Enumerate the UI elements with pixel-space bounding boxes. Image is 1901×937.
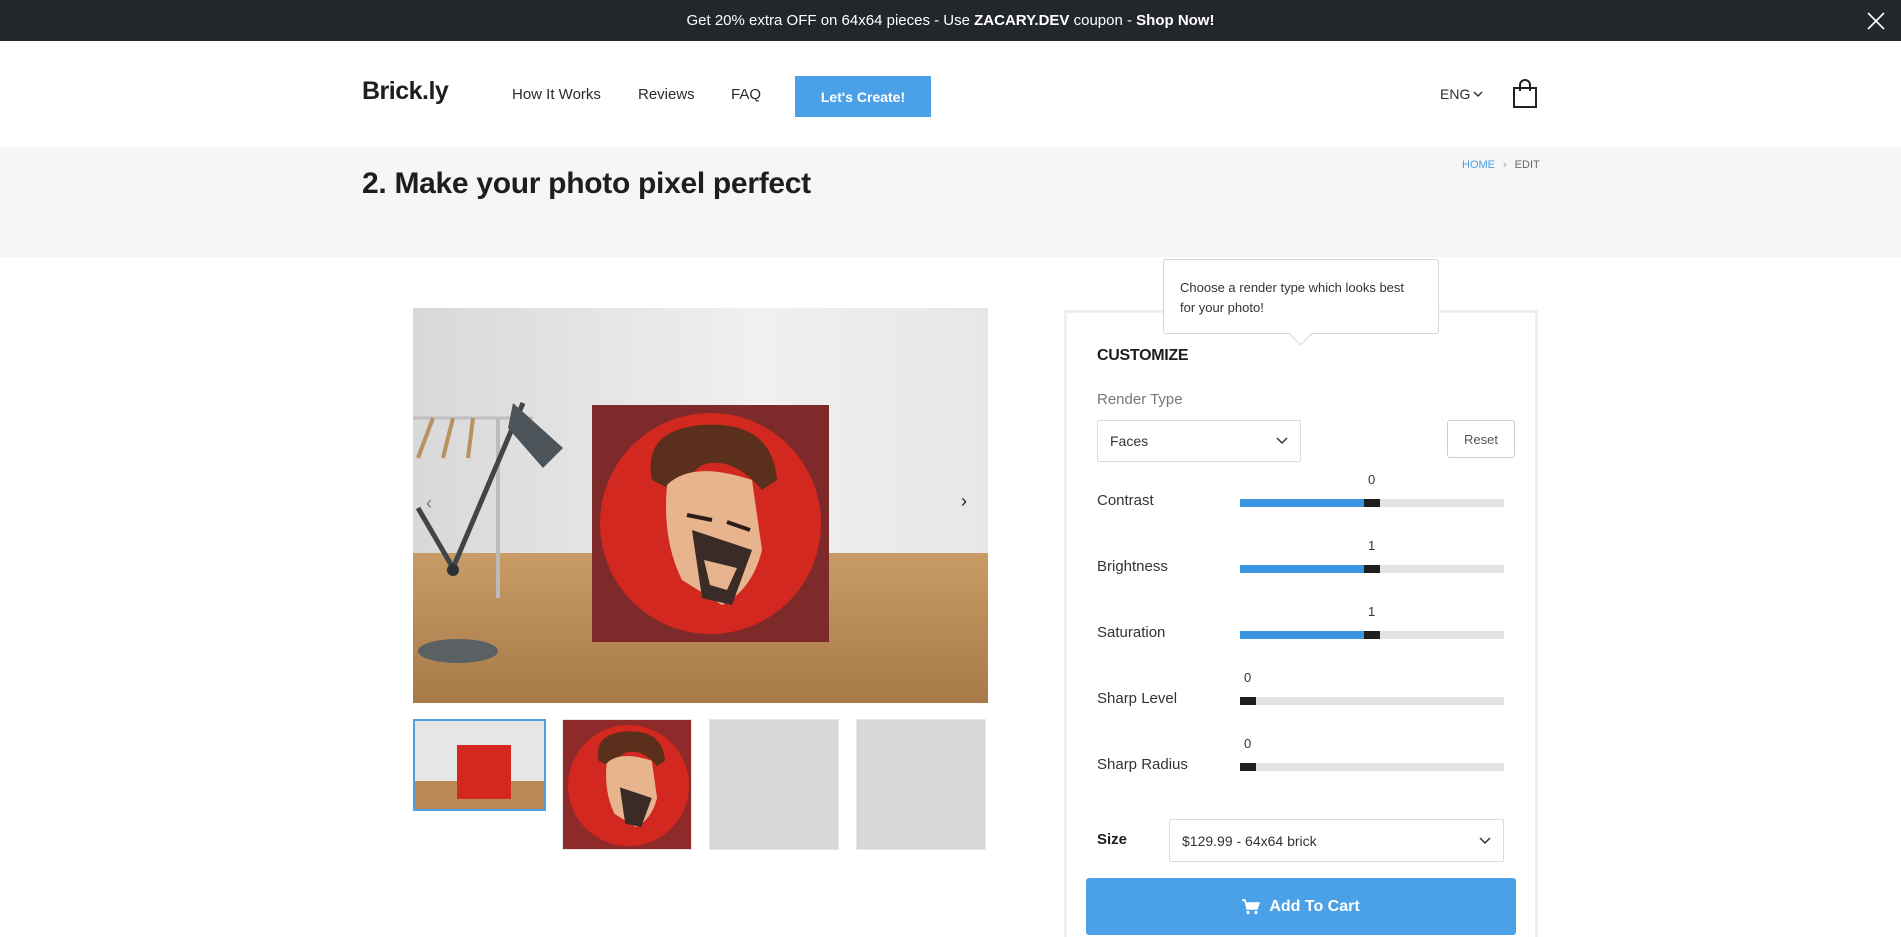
add-to-cart-button[interactable]: Add To Cart bbox=[1086, 878, 1516, 935]
customize-title: CUSTOMIZE bbox=[1097, 347, 1189, 364]
language-label: ENG bbox=[1440, 86, 1471, 102]
slider-value: 0 bbox=[1244, 670, 1252, 685]
carousel-next-icon[interactable]: › bbox=[961, 491, 967, 512]
close-icon[interactable] bbox=[1865, 10, 1887, 32]
logo[interactable]: Brick.ly bbox=[362, 77, 449, 106]
slider-label-brightness: Brightness bbox=[1097, 558, 1168, 575]
render-type-value: Faces bbox=[1110, 433, 1149, 449]
breadcrumb-home[interactable]: HOME bbox=[1462, 159, 1495, 171]
slider-track[interactable] bbox=[1240, 565, 1504, 573]
slider-handle[interactable] bbox=[1240, 697, 1256, 705]
chevron-down-icon bbox=[1276, 437, 1288, 445]
nav-faq[interactable]: FAQ bbox=[731, 86, 761, 103]
size-label: Size bbox=[1097, 831, 1128, 848]
thumbnail-2[interactable] bbox=[562, 719, 692, 850]
nav-reviews[interactable]: Reviews bbox=[638, 86, 695, 103]
title-band: 2. Make your photo pixel perfect HOME › … bbox=[0, 147, 1901, 257]
slider-handle[interactable] bbox=[1364, 565, 1380, 573]
slider-track[interactable] bbox=[1240, 631, 1504, 639]
render-type-select[interactable]: Faces bbox=[1097, 420, 1301, 462]
face-art bbox=[650, 424, 777, 605]
chevron-right-icon: › bbox=[1503, 159, 1507, 171]
slider-track[interactable] bbox=[1240, 499, 1504, 507]
slider-label-saturation: Saturation bbox=[1097, 624, 1166, 641]
slider-fill bbox=[1240, 499, 1364, 507]
slider-fill bbox=[1240, 631, 1364, 639]
size-select[interactable]: $129.99 - 64x64 brick bbox=[1169, 819, 1504, 862]
chevron-down-icon bbox=[1479, 836, 1491, 844]
cart-icon bbox=[1242, 898, 1261, 914]
carousel-prev-icon[interactable]: ‹ bbox=[426, 493, 432, 514]
render-type-label: Render Type bbox=[1097, 391, 1183, 408]
slider-track[interactable] bbox=[1240, 763, 1504, 771]
desk-lamp-image bbox=[413, 402, 563, 663]
pixel-portrait bbox=[592, 405, 829, 642]
product-preview-image: ‹ › bbox=[413, 308, 988, 703]
page-title: 2. Make your photo pixel perfect bbox=[362, 167, 811, 200]
face-art-thumb bbox=[597, 731, 666, 828]
promo-text: Get 20% extra OFF on 64x64 pieces - Use … bbox=[686, 12, 1215, 29]
slider-track[interactable] bbox=[1240, 697, 1504, 705]
breadcrumb: HOME › EDIT bbox=[1462, 159, 1540, 171]
slider-value: 1 bbox=[1368, 604, 1376, 619]
chevron-down-icon bbox=[1473, 91, 1483, 98]
add-to-cart-label: Add To Cart bbox=[1269, 897, 1360, 915]
slider-handle[interactable] bbox=[1364, 631, 1380, 639]
promo-bar: Get 20% extra OFF on 64x64 pieces - Use … bbox=[0, 0, 1901, 41]
slider-value: 1 bbox=[1368, 538, 1376, 553]
promo-coupon: ZACARY.DEV bbox=[974, 12, 1070, 29]
slider-label-sharp-level: Sharp Level bbox=[1097, 690, 1178, 707]
thumbnail-4[interactable] bbox=[856, 719, 986, 850]
lets-create-button[interactable]: Let's Create! bbox=[795, 76, 931, 117]
thumbnail-1[interactable] bbox=[413, 719, 546, 811]
slider-value: 0 bbox=[1244, 736, 1252, 751]
shop-now-link[interactable]: Shop Now! bbox=[1136, 12, 1214, 29]
size-value: $129.99 - 64x64 brick bbox=[1182, 832, 1317, 849]
slider-value: 0 bbox=[1368, 472, 1376, 487]
nav-how-it-works[interactable]: How It Works bbox=[512, 86, 601, 103]
thumbnail-3[interactable] bbox=[709, 719, 839, 850]
breadcrumb-current: EDIT bbox=[1514, 159, 1540, 171]
slider-handle[interactable] bbox=[1364, 499, 1380, 507]
shopping-bag-icon[interactable] bbox=[1512, 79, 1538, 109]
slider-handle[interactable] bbox=[1240, 763, 1256, 771]
slider-label-sharp-radius: Sharp Radius bbox=[1097, 756, 1188, 773]
site-header: Brick.ly How It Works Reviews FAQ Let's … bbox=[0, 41, 1901, 147]
slider-fill bbox=[1240, 565, 1364, 573]
language-selector[interactable]: ENG bbox=[1440, 86, 1483, 102]
render-type-tooltip: Choose a render type which looks best fo… bbox=[1163, 259, 1439, 334]
reset-button[interactable]: Reset bbox=[1447, 420, 1515, 458]
slider-label-contrast: Contrast bbox=[1097, 492, 1154, 509]
